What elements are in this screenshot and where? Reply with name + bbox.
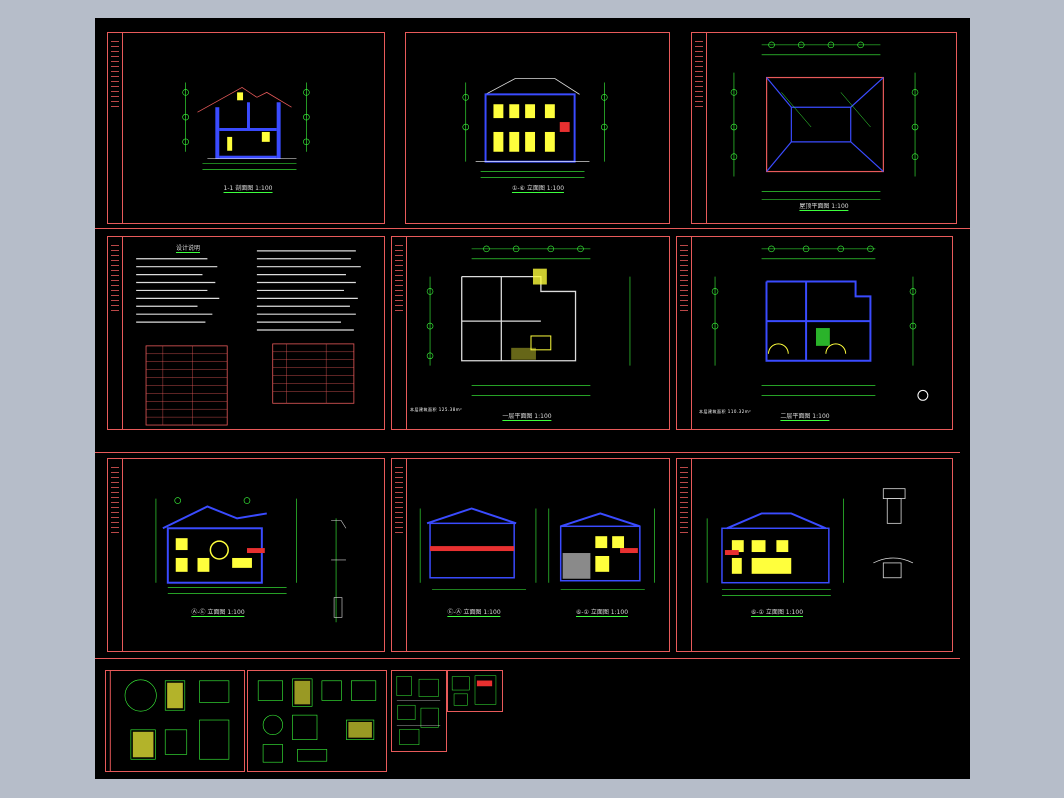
sheet-caption: ⑥-① 立面图 1:100 [575,609,629,617]
sheet-caption: 1-1 剖面图 1:100 [223,185,273,193]
drawing-canvas[interactable]: 1-1 剖面图 1:100 ①-⑥ 立面图 1:100 屋顶平面图 1:100 … [95,18,970,779]
sheet-second-floor-plan[interactable]: 本层建筑面积 110.32m² 二层平面图 1:100 [676,236,953,430]
elevation-drawing [155,497,347,623]
sheet-design-notes[interactable]: 设计说明 [107,236,385,430]
section-drawing [182,82,310,170]
area-note: 本层建筑面积 125.38m² [410,407,463,412]
area-note: 本层建筑面积 110.32m² [699,409,752,414]
notes-text-block [136,250,361,426]
detail-drawing [109,671,230,771]
elevation-drawing [706,488,914,596]
divider [95,658,960,659]
sheet-caption: ①-⑥ 立面图 1:100 [511,185,565,193]
sheet-ground-floor-plan[interactable]: 本层建筑面积 125.38m² 一层平面图 1:100 [391,236,670,430]
sheet-detail-1[interactable] [105,670,245,772]
detail-drawing [396,676,441,745]
sheet-roof-plan[interactable]: 屋顶平面图 1:100 [691,32,957,224]
sheet-caption: 二层平面图 1:100 [780,413,830,421]
divider [95,452,960,453]
sheet-caption: 屋顶平面图 1:100 [799,203,849,211]
floor-plan-drawing [426,245,631,396]
sheet-detail-3[interactable] [391,670,447,752]
detail-drawing [451,675,497,706]
sheet-elevation-a[interactable]: Ⓐ-Ⓔ 立面图 1:100 [107,458,385,652]
detail-drawing [257,678,377,763]
sheet-detail-2[interactable] [247,670,387,772]
sheet-elevation-d[interactable]: ⑥-① 立面图 1:100 [676,458,953,652]
sheet-section-1[interactable]: 1-1 剖面图 1:100 [107,32,385,224]
divider [95,228,970,229]
sheet-caption: ⑥-① 立面图 1:100 [750,609,804,617]
sheet-caption: Ⓔ-Ⓐ 立面图 1:100 [447,609,501,617]
sheet-front-elevation[interactable]: ①-⑥ 立面图 1:100 [405,32,670,224]
roof-plan-drawing [730,41,919,200]
elevation-drawing [462,78,608,178]
elevation-drawing [419,507,656,590]
sheet-caption: Ⓐ-Ⓔ 立面图 1:100 [191,609,245,617]
sheet-elevation-b[interactable]: Ⓔ-Ⓐ 立面图 1:100 ⑥-① 立面图 1:100 [391,458,670,652]
sheet-detail-4[interactable] [447,670,503,712]
sheet-caption: 一层平面图 1:100 [502,413,552,421]
floor-plan-drawing [711,245,929,401]
